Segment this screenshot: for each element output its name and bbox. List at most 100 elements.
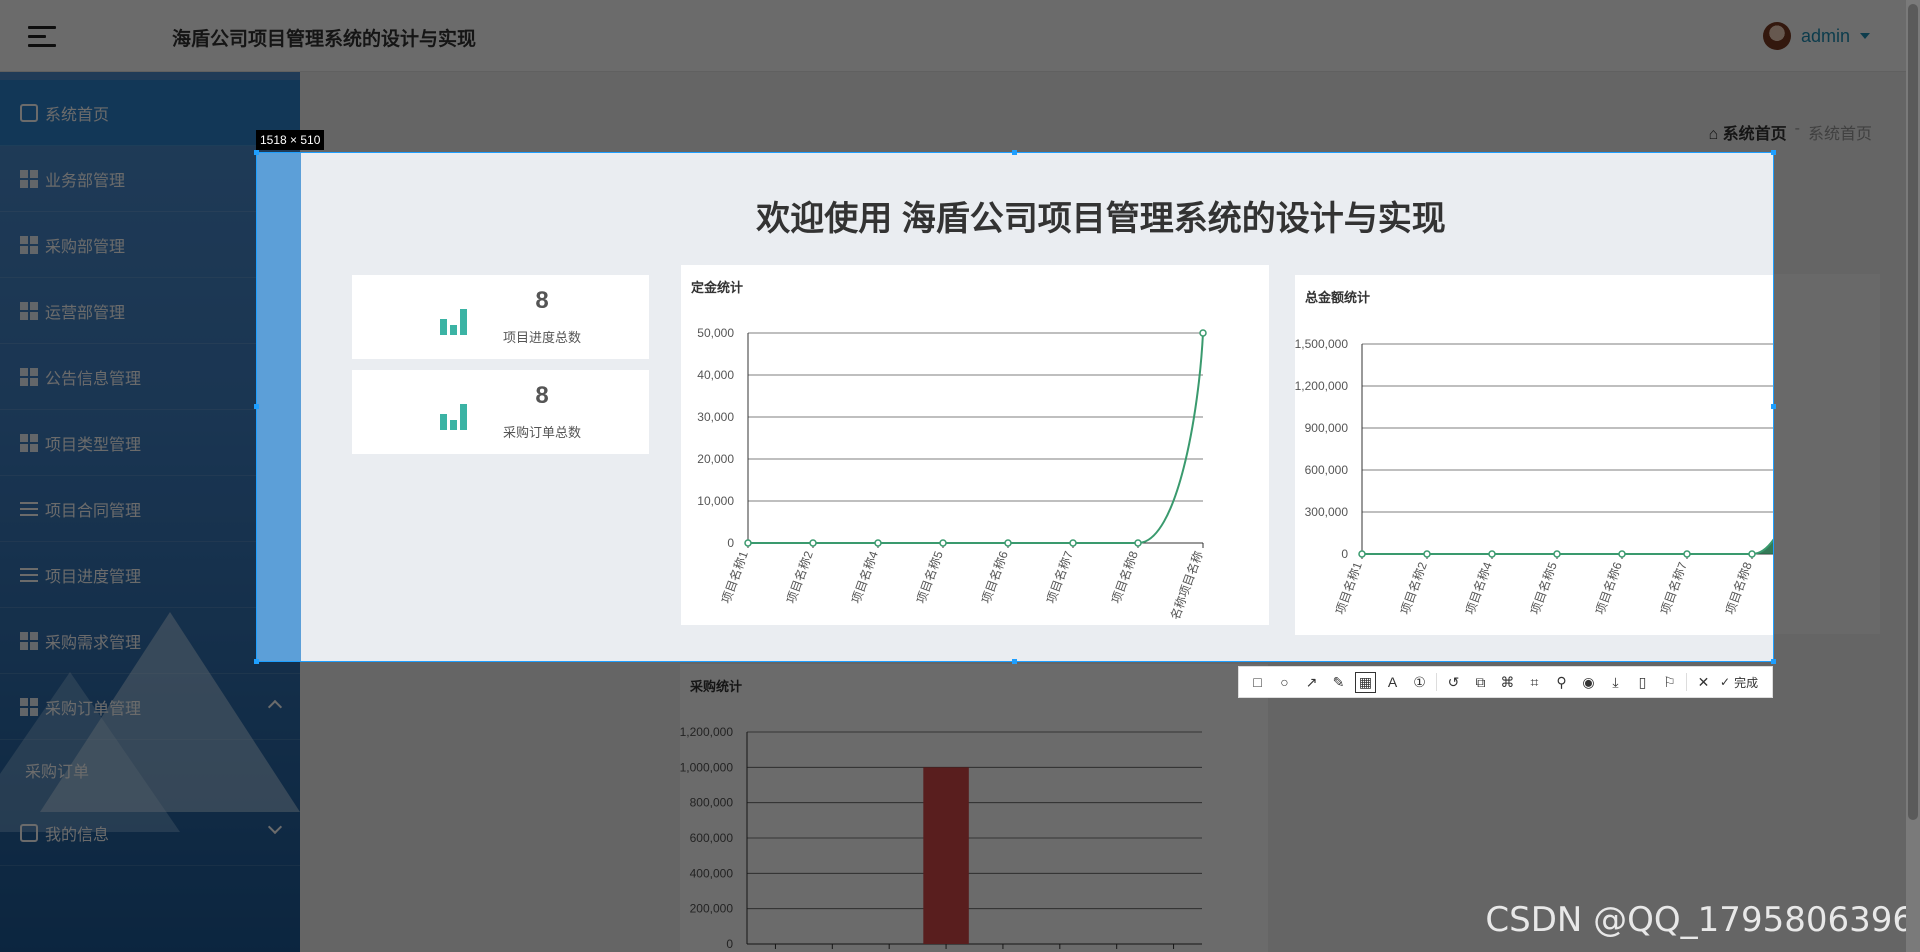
data-point <box>1618 550 1626 558</box>
y-tick-label: 900,000 <box>1305 421 1349 435</box>
data-point <box>1748 550 1756 558</box>
resize-handle-ne[interactable] <box>1771 150 1776 155</box>
y-tick-label: 800,000 <box>690 796 734 810</box>
data-point <box>1423 550 1431 558</box>
x-tick-label: 项目名称1 <box>718 549 751 606</box>
user-menu[interactable]: admin <box>1762 22 1870 50</box>
sidebar-item-contracts[interactable]: 项目合同管理 <box>0 476 300 542</box>
data-point <box>1134 539 1142 547</box>
data-point <box>1488 550 1496 558</box>
mosaic-tool-icon[interactable]: ▦ <box>1355 671 1376 693</box>
y-tick-label: 600,000 <box>690 831 734 845</box>
data-point <box>1358 550 1366 558</box>
x-tick-label: 项目名称7 <box>1657 560 1690 617</box>
resize-handle-se[interactable] <box>1771 659 1776 664</box>
x-tick-label: 项目名称2 <box>783 549 816 606</box>
x-tick-label: 名称项目名称 <box>1167 549 1206 622</box>
sidebar-item-label: 采购订单管理 <box>45 700 142 718</box>
grid-icon <box>20 433 38 452</box>
sidebar-item-my-info[interactable]: 我的信息 <box>0 800 300 866</box>
scrollbar[interactable] <box>1906 0 1920 952</box>
data-point <box>809 539 817 547</box>
pen-tool-icon[interactable]: ✎ <box>1328 672 1349 693</box>
y-tick-label: 50,000 <box>697 326 734 340</box>
sidebar-item-purchasing[interactable]: 采购部管理 <box>0 212 300 278</box>
done-label: 完成 <box>1734 675 1759 690</box>
y-tick-label: 10,000 <box>697 494 734 508</box>
x-tick-label: 项目名称2 <box>1397 560 1430 617</box>
capture-region[interactable]: 欢迎使用 海盾公司项目管理系统的设计与实现 8 项目进度总数 8 采购订单总数 … <box>256 152 1774 662</box>
ellipse-tool-icon[interactable]: ○ <box>1274 672 1295 693</box>
grid-icon <box>20 631 38 650</box>
sidebar-item-project-types[interactable]: 项目类型管理 <box>0 410 300 476</box>
capture-size-label: 1518 × 510 <box>256 130 325 150</box>
resize-handle-nw[interactable] <box>254 150 259 155</box>
toolbar-divider <box>1686 673 1687 691</box>
x-tick-label: 项目名称1 <box>1332 560 1365 617</box>
breadcrumb: ⌂ 系统首页 - 系统首页 <box>1709 120 1872 144</box>
caret-down-icon <box>1860 33 1870 39</box>
y-tick-label: 1,200,000 <box>680 725 733 739</box>
ocr-icon[interactable]: ⌗ <box>1524 672 1545 693</box>
data-point <box>1004 539 1012 547</box>
done-button[interactable]: ✓ 完成 <box>1720 674 1758 691</box>
data-point <box>1199 329 1207 337</box>
translate-icon[interactable]: ⌘ <box>1497 672 1518 693</box>
sidebar-item-label: 业务部管理 <box>45 172 126 190</box>
resize-handle-n[interactable] <box>1012 150 1017 155</box>
undo-icon[interactable]: ↺ <box>1443 672 1464 693</box>
menu-toggle-icon[interactable] <box>28 26 56 48</box>
bookmark-icon[interactable]: ⚐ <box>1659 672 1680 693</box>
x-tick-label: 项目名称4 <box>1462 560 1495 617</box>
resize-handle-s[interactable] <box>1012 659 1017 664</box>
resize-handle-e[interactable] <box>1771 404 1776 409</box>
screenshot-toolbar: □ ○ ↗ ✎ ▦ A ① ↺ ⧉ ⌘ ⌗ ⚲ ◉ ⤓ ▯ ⚐ ✕ ✓ 完成 <box>1238 666 1773 698</box>
y-tick-label: 600,000 <box>1305 463 1349 477</box>
breadcrumb-home-label: 系统首页 <box>1722 126 1787 143</box>
submenu-item-purchase-order[interactable]: 采购订单 <box>0 740 300 800</box>
sidebar-slice <box>257 153 301 661</box>
deposit-chart-card: 定金统计 0 10,000 20,000 30,000 40,000 50,000 项目名称… <box>681 265 1269 625</box>
arrow-tool-icon[interactable]: ↗ <box>1301 672 1322 693</box>
chart-title: 定金统计 <box>691 280 744 295</box>
sidebar-item-label: 我的信息 <box>45 826 110 844</box>
grid-icon <box>20 235 38 254</box>
sidebar-item-home[interactable]: 系统首页 <box>0 80 300 146</box>
pin-icon[interactable]: ⚲ <box>1551 672 1572 693</box>
sidebar-item-label: 采购需求管理 <box>45 634 142 652</box>
stat-card-orders: 8 采购订单总数 <box>352 370 649 454</box>
sidebar-item-purchase-requests[interactable]: 采购需求管理 <box>0 608 300 674</box>
record-icon[interactable]: ◉ <box>1578 672 1599 693</box>
data-point <box>1683 550 1691 558</box>
x-tick-label: 项目名称5 <box>913 549 946 606</box>
x-tick-label: 项目名称8 <box>1108 549 1141 606</box>
sidebar-item-operations[interactable]: 运营部管理 <box>0 278 300 344</box>
mobile-icon[interactable]: ▯ <box>1632 672 1653 693</box>
rectangle-tool-icon[interactable]: □ <box>1247 672 1268 693</box>
sidebar: 系统首页 业务部管理 采购部管理 运营部管理 公告信息管理 项目类型管理 项目合… <box>0 72 300 952</box>
chevron-up-icon <box>267 699 283 715</box>
purchase-chart-card: 采购统计 0 200,000 400,000 600,000 800,000 1,000,… <box>680 664 1268 952</box>
sidebar-item-progress[interactable]: 项目进度管理 <box>0 542 300 608</box>
sidebar-item-notices[interactable]: 公告信息管理 <box>0 344 300 410</box>
app-title: 海盾公司项目管理系统的设计与实现 <box>172 29 477 50</box>
resize-handle-w[interactable] <box>254 404 259 409</box>
close-icon[interactable]: ✕ <box>1693 672 1714 693</box>
stat-value: 8 <box>535 382 549 409</box>
text-tool-icon[interactable]: A <box>1382 672 1403 693</box>
resize-handle-sw[interactable] <box>254 659 259 664</box>
sidebar-item-business[interactable]: 业务部管理 <box>0 146 300 212</box>
number-tool-icon[interactable]: ① <box>1409 672 1430 693</box>
stat-card-progress: 8 项目进度总数 <box>352 275 649 359</box>
scrollbar-thumb[interactable] <box>1908 4 1918 820</box>
breadcrumb-home[interactable]: ⌂ 系统首页 <box>1709 120 1787 144</box>
crop-icon[interactable]: ⧉ <box>1470 672 1491 693</box>
stat-label: 采购订单总数 <box>502 425 581 440</box>
sidebar-item-purchase-orders[interactable]: 采购订单管理 <box>0 674 300 740</box>
chart-title: 采购统计 <box>690 679 743 694</box>
download-icon[interactable]: ⤓ <box>1605 672 1626 693</box>
bar <box>923 767 969 944</box>
series-line <box>1362 538 1773 555</box>
y-tick-label: 300,000 <box>1305 505 1349 519</box>
y-tick-label: 400,000 <box>690 866 734 880</box>
